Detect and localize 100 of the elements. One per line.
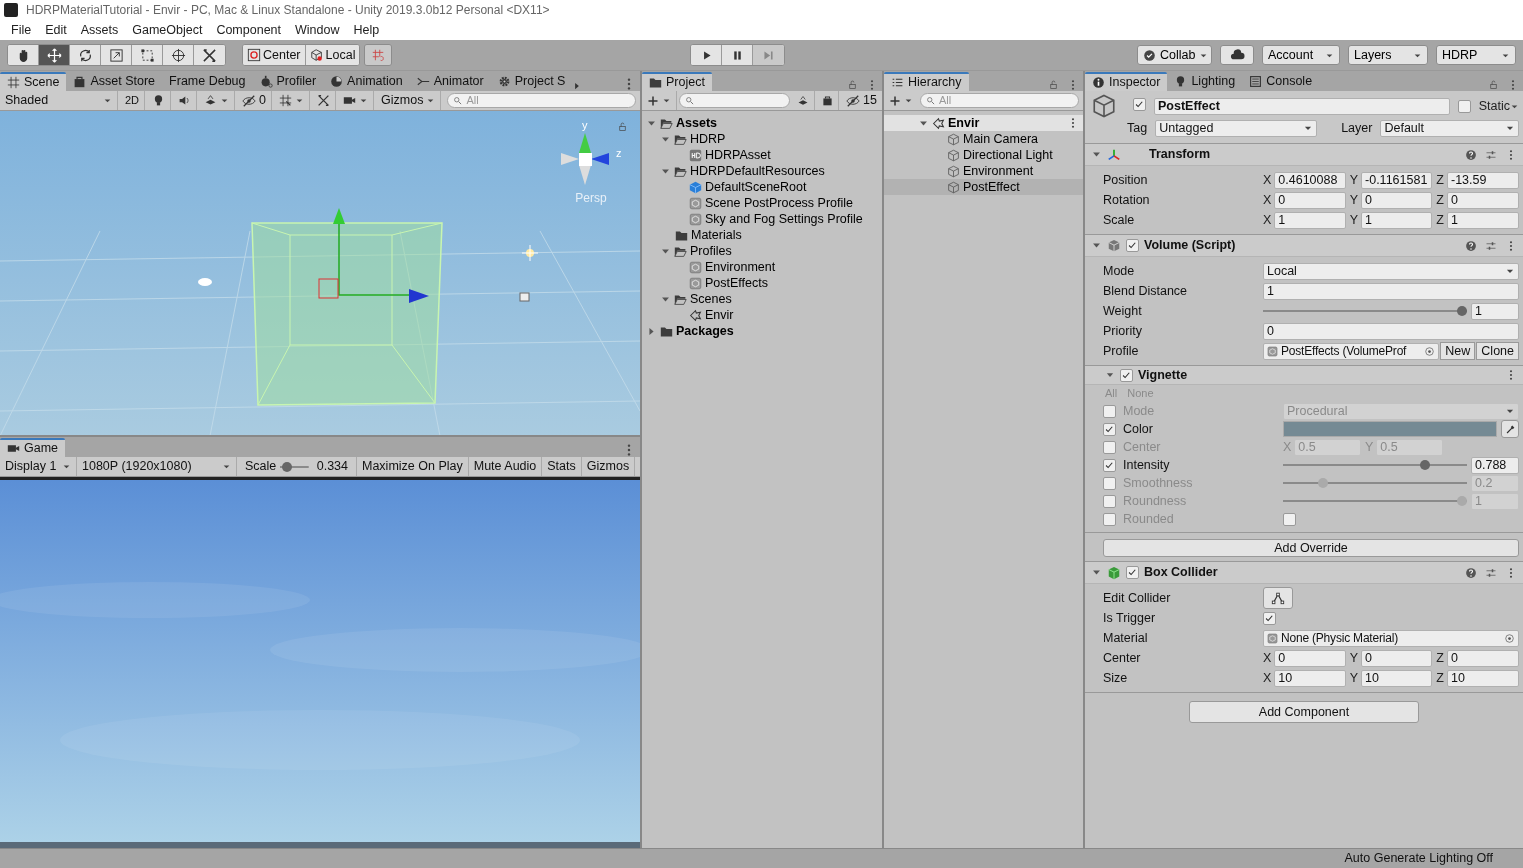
menu-item[interactable]: GameObject [125, 22, 210, 38]
tool-button[interactable] [8, 45, 39, 65]
checkbox[interactable] [1103, 422, 1116, 436]
display-dropdown[interactable]: Display 1 [0, 457, 77, 476]
presets-icon[interactable] [1485, 148, 1497, 161]
gizmos-dropdown[interactable]: Gizmos [376, 91, 442, 110]
tree-item[interactable]: Envir [642, 307, 882, 323]
number-field[interactable]: 0 [1263, 322, 1519, 340]
menu-item[interactable]: Help [346, 22, 387, 38]
panel-tab[interactable]: Game [0, 438, 66, 457]
lock-icon[interactable] [847, 79, 858, 90]
tree-item[interactable]: DefaultSceneRoot [642, 179, 882, 195]
checkbox[interactable] [1126, 566, 1139, 580]
panel-tab[interactable]: Asset Store [66, 72, 163, 91]
toggle-button[interactable]: Maximize On Play [357, 457, 469, 476]
eyedropper-button[interactable] [1501, 420, 1519, 439]
checkbox[interactable] [1103, 458, 1116, 472]
tag-dropdown[interactable]: Untagged [1155, 119, 1318, 137]
number-field[interactable]: 0 [1447, 649, 1519, 667]
profile-button[interactable]: New [1440, 342, 1476, 360]
tree-item[interactable]: Environment [642, 259, 882, 275]
number-field[interactable]: 1 [1263, 282, 1519, 300]
tree-item[interactable]: Scene PostProcess Profile [642, 195, 882, 211]
number-field[interactable]: 10 [1274, 669, 1346, 687]
checkbox[interactable] [1103, 476, 1116, 490]
object-picker-icon[interactable] [1504, 632, 1515, 644]
panel-tab[interactable]: Profiler [252, 72, 324, 91]
number-field[interactable]: 1 [1361, 211, 1433, 229]
layer-dropdown[interactable]: Default [1380, 119, 1519, 137]
search-field[interactable] [679, 93, 791, 108]
help-icon[interactable] [1465, 566, 1477, 579]
tree-item[interactable]: HDRP [642, 131, 882, 147]
snap-button[interactable] [365, 45, 392, 65]
play-control[interactable] [691, 45, 723, 65]
account-dropdown[interactable]: Account [1262, 45, 1340, 65]
number-field[interactable]: 10 [1447, 669, 1519, 687]
panel-tab[interactable]: Lighting [1167, 72, 1243, 91]
hidden-objects-toggle[interactable]: 0 [237, 91, 272, 110]
edit-collider-button[interactable] [1263, 587, 1293, 610]
number-field[interactable]: 0 [1274, 191, 1346, 209]
number-field[interactable]: 1 [1274, 211, 1346, 229]
cube-icon[interactable] [519, 292, 530, 302]
checkbox[interactable] [1126, 239, 1139, 252]
cloud-button[interactable] [1220, 45, 1254, 65]
number-field[interactable]: -0.1161581 [1361, 171, 1433, 189]
object-picker-icon[interactable] [1424, 345, 1436, 357]
tree-item[interactable]: HDRPAsset [642, 147, 882, 163]
tree-item[interactable]: Profiles [642, 243, 882, 259]
number-field[interactable]: -13.59 [1447, 171, 1519, 189]
profile-button[interactable]: Clone [1476, 342, 1519, 360]
layout-dropdown[interactable]: HDRP [1436, 45, 1516, 65]
menu-item[interactable]: Component [209, 22, 288, 38]
collab-dropdown[interactable]: Collab [1137, 45, 1212, 65]
lock-icon[interactable] [1048, 79, 1059, 90]
number-field[interactable]: 0.4610088 [1274, 171, 1346, 189]
expanded-arrow-icon[interactable] [1091, 240, 1102, 251]
object-field[interactable]: PostEffects (VolumeProf [1263, 342, 1440, 360]
move-gizmo-drawing[interactable] [318, 208, 429, 303]
tree-item[interactable]: HDRPDefaultResources [642, 163, 882, 179]
panel-tab[interactable]: Project [642, 72, 712, 91]
menu-item[interactable]: File [4, 22, 39, 38]
toggle-button[interactable]: Mute Audio [468, 457, 543, 476]
pivot-button[interactable]: Center [243, 45, 306, 65]
presets-icon[interactable] [1485, 566, 1497, 579]
tree-item[interactable]: Assets [642, 115, 882, 131]
tree-item[interactable]: Sky and Fog Settings Profile [642, 211, 882, 227]
tree-item[interactable]: Environment [884, 163, 1083, 179]
collapsed-arrow-icon[interactable] [646, 325, 657, 337]
tool-button[interactable] [39, 45, 70, 65]
mode-2d-button[interactable]: 2D [120, 91, 146, 110]
tree-item[interactable]: Main Camera [884, 131, 1083, 147]
checkbox[interactable] [1133, 98, 1146, 112]
layers-dropdown[interactable]: Layers [1348, 45, 1428, 65]
tree-item[interactable]: Scenes [642, 291, 882, 307]
lock-icon[interactable] [1488, 79, 1499, 90]
object-field[interactable]: None (Physic Material) [1263, 629, 1519, 647]
dropdown[interactable]: Local [1263, 262, 1519, 280]
presets-icon[interactable] [1485, 239, 1497, 252]
add-component-button[interactable]: Add Component [1189, 701, 1419, 724]
number-field[interactable]: 1 [1447, 211, 1519, 229]
name-field[interactable]: PostEffect [1154, 97, 1450, 115]
number-field[interactable]: 0 [1274, 649, 1346, 667]
expanded-arrow-icon[interactable] [1091, 149, 1102, 160]
menu-item[interactable]: Window [288, 22, 347, 38]
checkbox[interactable] [1457, 99, 1471, 113]
slider-thumb[interactable] [282, 461, 293, 472]
checkbox[interactable] [1103, 404, 1116, 418]
slider-thumb[interactable] [1457, 306, 1467, 316]
number-field[interactable]: 1 [1471, 302, 1519, 320]
hidden-packages-toggle[interactable]: 15 [841, 91, 882, 110]
tree-item[interactable]: Directional Light [884, 147, 1083, 163]
checkbox[interactable] [1103, 494, 1116, 508]
slider-thumb[interactable] [1420, 460, 1431, 471]
help-icon[interactable] [1465, 239, 1477, 252]
tree-item[interactable]: PostEffects [642, 275, 882, 291]
add-override-button[interactable]: Add Override [1103, 539, 1519, 558]
slider-thumb[interactable] [1317, 478, 1328, 489]
resolution-dropdown[interactable]: 1080P (1920x1080) [77, 457, 237, 476]
panel-tab[interactable]: Hierarchy [884, 72, 969, 91]
panel-tab[interactable]: Console [1242, 72, 1320, 91]
